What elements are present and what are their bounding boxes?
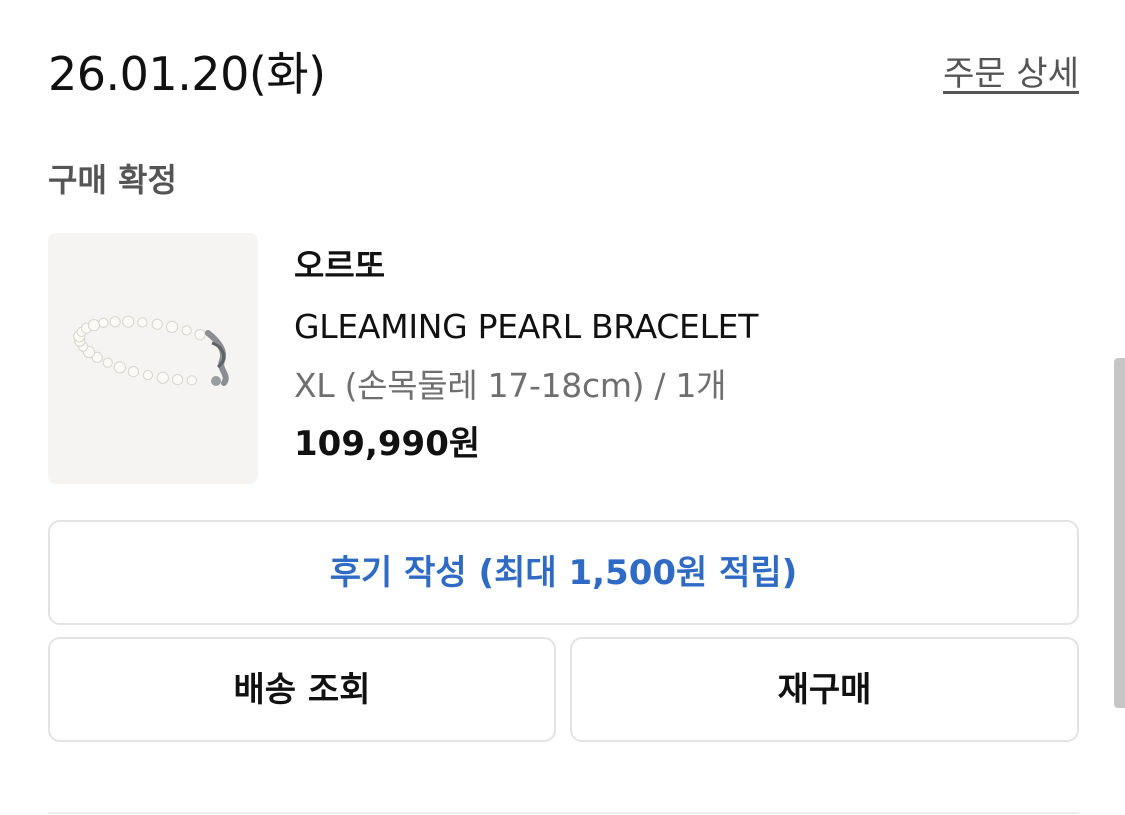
order-date: 26.01.20(화) <box>48 47 326 101</box>
rebuy-button[interactable]: 재구매 <box>570 637 1079 742</box>
product-price: 109,990원 <box>294 424 481 464</box>
section-divider <box>48 812 1079 814</box>
scrollbar-thumb[interactable] <box>1114 358 1125 708</box>
pearl-bead <box>186 375 197 386</box>
pearl-bead <box>98 317 109 329</box>
product-card: 오르또 GLEAMING PEARL BRACELET XL (손목둘레 17-… <box>48 233 1079 485</box>
order-history-page: 26.01.20(화) 주문 상세 구매 확정 오르또 GLEAMING PEA… <box>0 0 1125 815</box>
order-header: 26.01.20(화) 주문 상세 <box>48 40 1079 112</box>
product-option: XL (손목둘레 17-18cm) / 1개 <box>294 366 727 405</box>
track-delivery-button[interactable]: 배송 조회 <box>48 637 556 742</box>
pearl-bead <box>122 315 135 328</box>
pearl-bead <box>151 318 163 330</box>
pearl-bead <box>194 329 206 341</box>
pearl-bracelet-image <box>73 315 229 386</box>
pearl-bead <box>166 320 179 334</box>
order-status: 구매 확정 <box>48 161 177 199</box>
pearl-bead <box>87 319 101 332</box>
pearl-bead <box>142 370 154 381</box>
bracelet-clasp <box>205 330 229 386</box>
brand-name[interactable]: 오르또 <box>294 243 385 289</box>
pearl-bead <box>113 361 127 374</box>
pearl-bead <box>156 371 169 384</box>
product-thumbnail[interactable] <box>48 233 258 484</box>
product-name[interactable]: GLEAMING PEARL BRACELET <box>294 304 758 350</box>
pearl-bead <box>127 366 140 378</box>
pearl-strand <box>73 315 206 386</box>
pearl-bead <box>102 357 113 368</box>
pearl-bead <box>137 317 148 328</box>
write-review-button[interactable]: 후기 작성 (최대 1,500원 적립) <box>48 520 1079 625</box>
order-detail-link[interactable]: 주문 상세 <box>943 52 1079 96</box>
pearl-bead <box>109 316 121 328</box>
pearl-bead <box>172 374 184 386</box>
pearl-bead <box>181 325 192 336</box>
